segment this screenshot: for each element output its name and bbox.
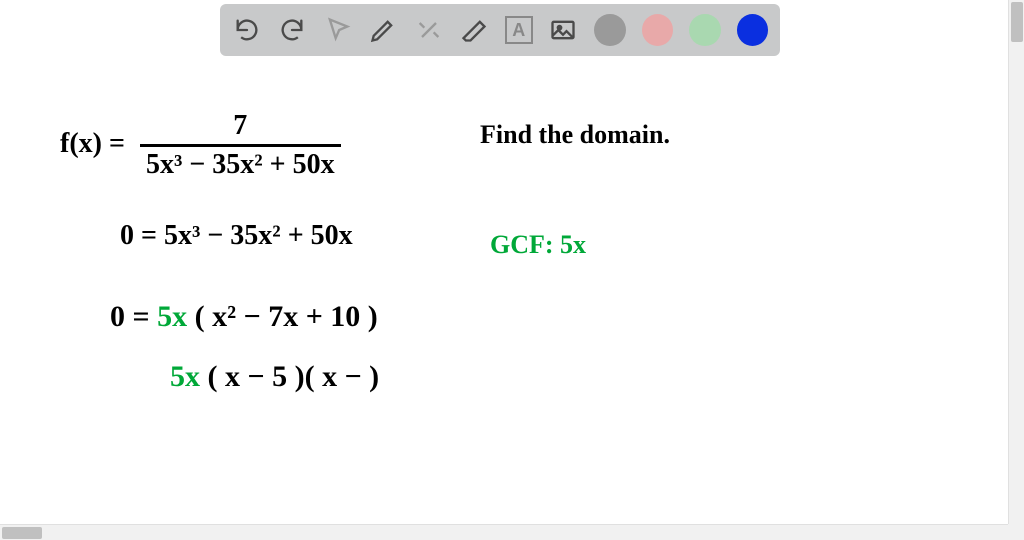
factored-quadratic: ( x² − 7x + 10 ) <box>187 300 378 333</box>
horizontal-scrollbar[interactable] <box>0 524 1008 540</box>
factored-lhs: 0 = <box>110 300 157 333</box>
horizontal-scrollbar-thumb[interactable] <box>2 527 42 539</box>
factored-full-gcf: 5x <box>170 360 200 393</box>
pen-icon[interactable] <box>369 15 399 45</box>
vertical-scrollbar-thumb[interactable] <box>1011 2 1023 42</box>
equation-factored-gcf: 0 = 5x ( x² − 7x + 10 ) <box>110 300 378 334</box>
gcf-note: GCF: 5x <box>490 230 586 260</box>
eraser-icon[interactable] <box>460 15 490 45</box>
vertical-scrollbar[interactable] <box>1008 0 1024 524</box>
color-green[interactable] <box>689 14 720 46</box>
fx-numerator: 7 <box>225 110 255 144</box>
color-blue[interactable] <box>737 14 768 46</box>
color-gray[interactable] <box>594 14 625 46</box>
redo-icon[interactable] <box>278 15 308 45</box>
equation-fx: f(x) = 7 5x³ − 35x² + 50x <box>60 110 341 181</box>
whiteboard-canvas[interactable]: A f(x) = 7 5x³ − 35x² + 50x Find the dom… <box>0 0 1008 524</box>
undo-icon[interactable] <box>232 15 262 45</box>
factored-gcf: 5x <box>157 300 187 333</box>
fx-denominator: 5x³ − 35x² + 50x <box>140 147 341 181</box>
equation-factored-full: 5x ( x − 5 )( x − ) <box>170 360 379 394</box>
fx-fraction: 7 5x³ − 35x² + 50x <box>140 110 341 181</box>
textbox-icon[interactable]: A <box>505 16 533 44</box>
equation-set-zero: 0 = 5x³ − 35x² + 50x <box>120 220 353 252</box>
prompt-text: Find the domain. <box>480 120 670 150</box>
tools-icon[interactable] <box>414 15 444 45</box>
scrollbar-corner <box>1008 524 1024 540</box>
color-pink[interactable] <box>642 14 673 46</box>
factored-full-binomials: ( x − 5 )( x − ) <box>200 360 379 393</box>
pointer-icon[interactable] <box>323 15 353 45</box>
fx-lhs: f(x) = <box>60 128 125 159</box>
drawing-toolbar: A <box>220 4 780 56</box>
image-icon[interactable] <box>549 15 579 45</box>
